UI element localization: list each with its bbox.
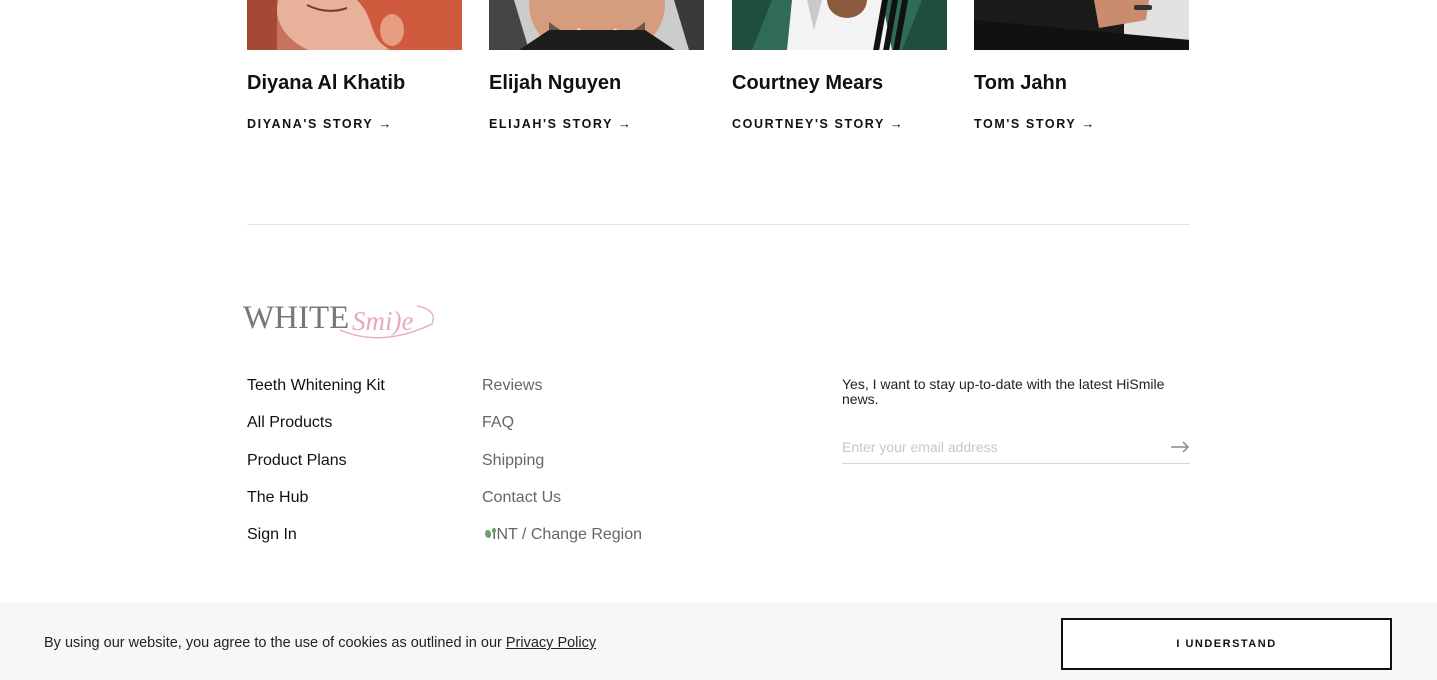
footer-link-the-hub[interactable]: The Hub [247,488,385,525]
change-region-link[interactable]: INT / Change Region [482,525,642,562]
cookie-message: By using our website, you agree to the u… [44,635,506,651]
arrow-right-icon: → [889,116,903,131]
privacy-policy-link[interactable]: Privacy Policy [506,635,596,651]
footer-link-teeth-whitening-kit[interactable]: Teeth Whitening Kit [247,376,385,413]
footer-link-contact-us[interactable]: Contact Us [482,488,642,525]
story-card-elijah: Elijah Nguyen ELIJAH'S STORY → [489,0,705,131]
submit-arrow-icon[interactable] [1168,432,1190,462]
section-divider [247,224,1190,225]
story-card-courtney: Courtney Mears COURTNEY'S STORY → [732,0,948,131]
footer-nav-help: Reviews FAQ Shipping Contact Us INT / Ch… [482,376,642,562]
cookie-banner: By using our website, you agree to the u… [0,603,1437,680]
arrow-right-icon: → [1081,116,1095,131]
footer-nav-shop: Teeth Whitening Kit All Products Product… [247,376,385,562]
svg-text:Smi)e: Smi)e [352,306,413,336]
footer-link-reviews[interactable]: Reviews [482,376,642,413]
story-link-elijah[interactable]: ELIJAH'S STORY → [489,116,631,131]
story-link-label: DIYANA'S STORY [247,116,374,131]
white-smile-logo[interactable]: WHITE Smi)e [242,296,442,346]
story-name: Tom Jahn [974,72,1067,94]
story-photo-tom[interactable] [974,0,1189,50]
accept-cookies-button[interactable]: I UNDERSTAND [1061,618,1392,670]
arrow-right-icon: → [378,116,392,131]
story-link-label: TOM'S STORY [974,116,1077,131]
story-link-courtney[interactable]: COURTNEY'S STORY → [732,116,903,131]
story-link-label: COURTNEY'S STORY [732,116,885,131]
customer-stories: Diyana Al Khatib DIYANA'S STORY → Elijah … [247,0,1190,140]
story-name: Elijah Nguyen [489,72,622,94]
story-card-diyana: Diyana Al Khatib DIYANA'S STORY → [247,0,463,131]
story-link-diyana[interactable]: DIYANA'S STORY → [247,116,391,131]
newsletter-signup: Yes, I want to stay up-to-date with the … [842,376,1190,464]
story-card-tom: Tom Jahn TOM'S STORY → [974,0,1190,131]
newsletter-text: Yes, I want to stay up-to-date with the … [842,376,1165,407]
region-label: INT / Change Region [492,526,643,544]
footer-link-product-plans[interactable]: Product Plans [247,451,385,488]
email-input[interactable] [842,432,1168,462]
story-name: Courtney Mears [732,72,884,94]
footer-link-shipping[interactable]: Shipping [482,451,642,488]
footer-link-faq[interactable]: FAQ [482,413,642,450]
story-link-tom[interactable]: TOM'S STORY → [974,116,1094,131]
arrow-right-icon: → [618,116,632,131]
story-photo-diyana[interactable] [247,0,462,50]
svg-text:WHITE: WHITE [243,300,349,336]
cookie-text: By using our website, you agree to the u… [44,635,596,651]
story-link-label: ELIJAH'S STORY [489,116,614,131]
footer-link-sign-in[interactable]: Sign In [247,525,385,562]
story-name: Diyana Al Khatib [247,72,406,94]
story-photo-courtney[interactable] [732,0,947,50]
footer-link-all-products[interactable]: All Products [247,413,385,450]
email-row [842,431,1190,464]
story-photo-elijah[interactable] [489,0,704,50]
